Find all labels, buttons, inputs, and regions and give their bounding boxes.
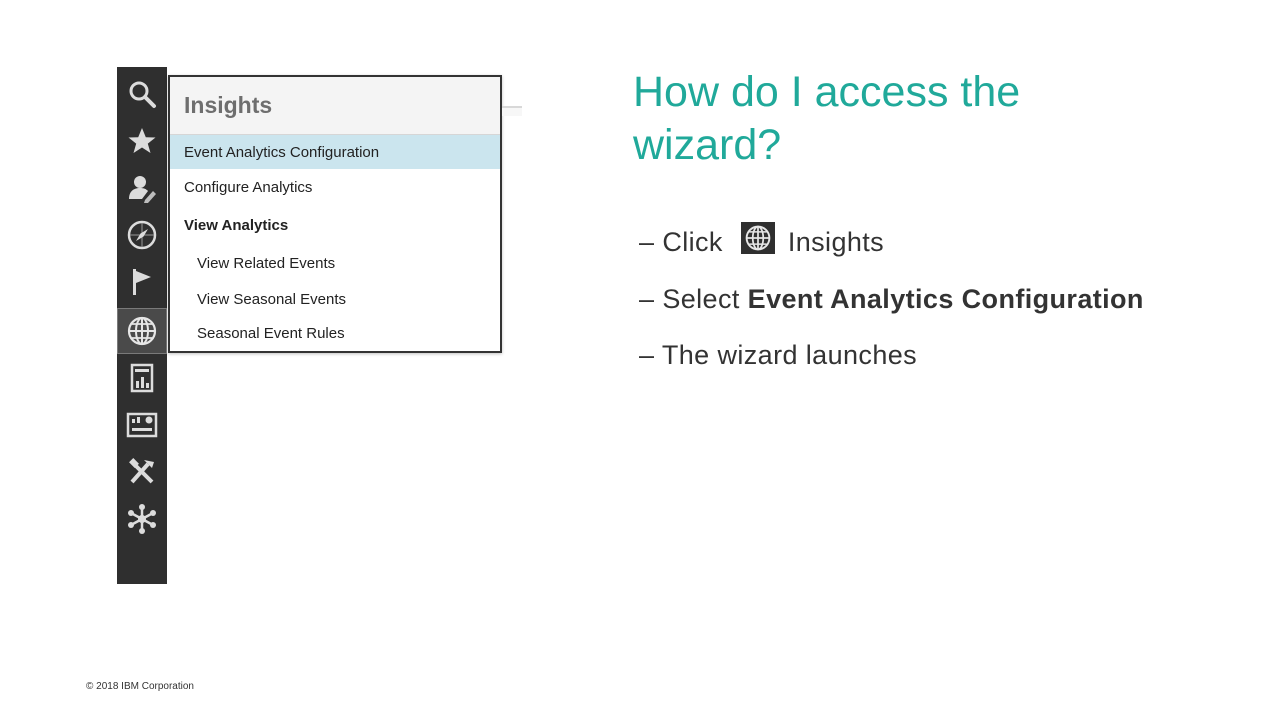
flag-icon[interactable] [117,259,167,305]
menu-item-event-analytics-configuration[interactable]: Event Analytics Configuration [170,135,500,169]
menu-item-view-seasonal-events[interactable]: View Seasonal Events [170,282,500,316]
bullet-click-insights: – Click Insights [639,222,885,258]
search-icon[interactable] [117,71,167,117]
bullet-emphasis: Event Analytics Configuration [747,284,1144,314]
bullet-text: Insights [787,226,885,257]
menu-header: Insights [170,77,500,135]
globe-icon[interactable] [117,308,167,354]
dashboard-icon[interactable] [117,402,167,448]
globe-icon [740,222,775,254]
bullet-text: – Select [639,284,740,314]
menu-item-view-related-events[interactable]: View Related Events [170,246,500,280]
slide-title: How do I access the wizard? [633,68,1021,169]
compass-icon[interactable] [117,212,167,258]
bullet-wizard-launches: – The wizard launches [639,340,917,371]
hub-icon[interactable] [117,496,167,542]
background-tab-edge [502,106,522,116]
user-edit-icon[interactable] [117,165,167,211]
menu-item-seasonal-event-rules[interactable]: Seasonal Event Rules [170,316,500,350]
sidebar-rail [117,67,167,584]
star-icon[interactable] [117,118,167,164]
bullet-select: – Select Event Analytics Configuration [639,284,1144,315]
insights-menu: Insights Event Analytics Configuration C… [168,75,502,353]
menu-item-configure-analytics[interactable]: Configure Analytics [170,170,500,204]
bullet-text: – The wizard launches [639,340,918,370]
copyright-footer: © 2018 IBM Corporation [86,681,194,692]
tools-icon[interactable] [117,449,167,495]
menu-title: Insights [184,92,273,118]
menu-group-view-analytics: View Analytics [184,216,289,234]
bullet-text: – Click [639,226,723,257]
report-icon[interactable] [117,355,167,401]
